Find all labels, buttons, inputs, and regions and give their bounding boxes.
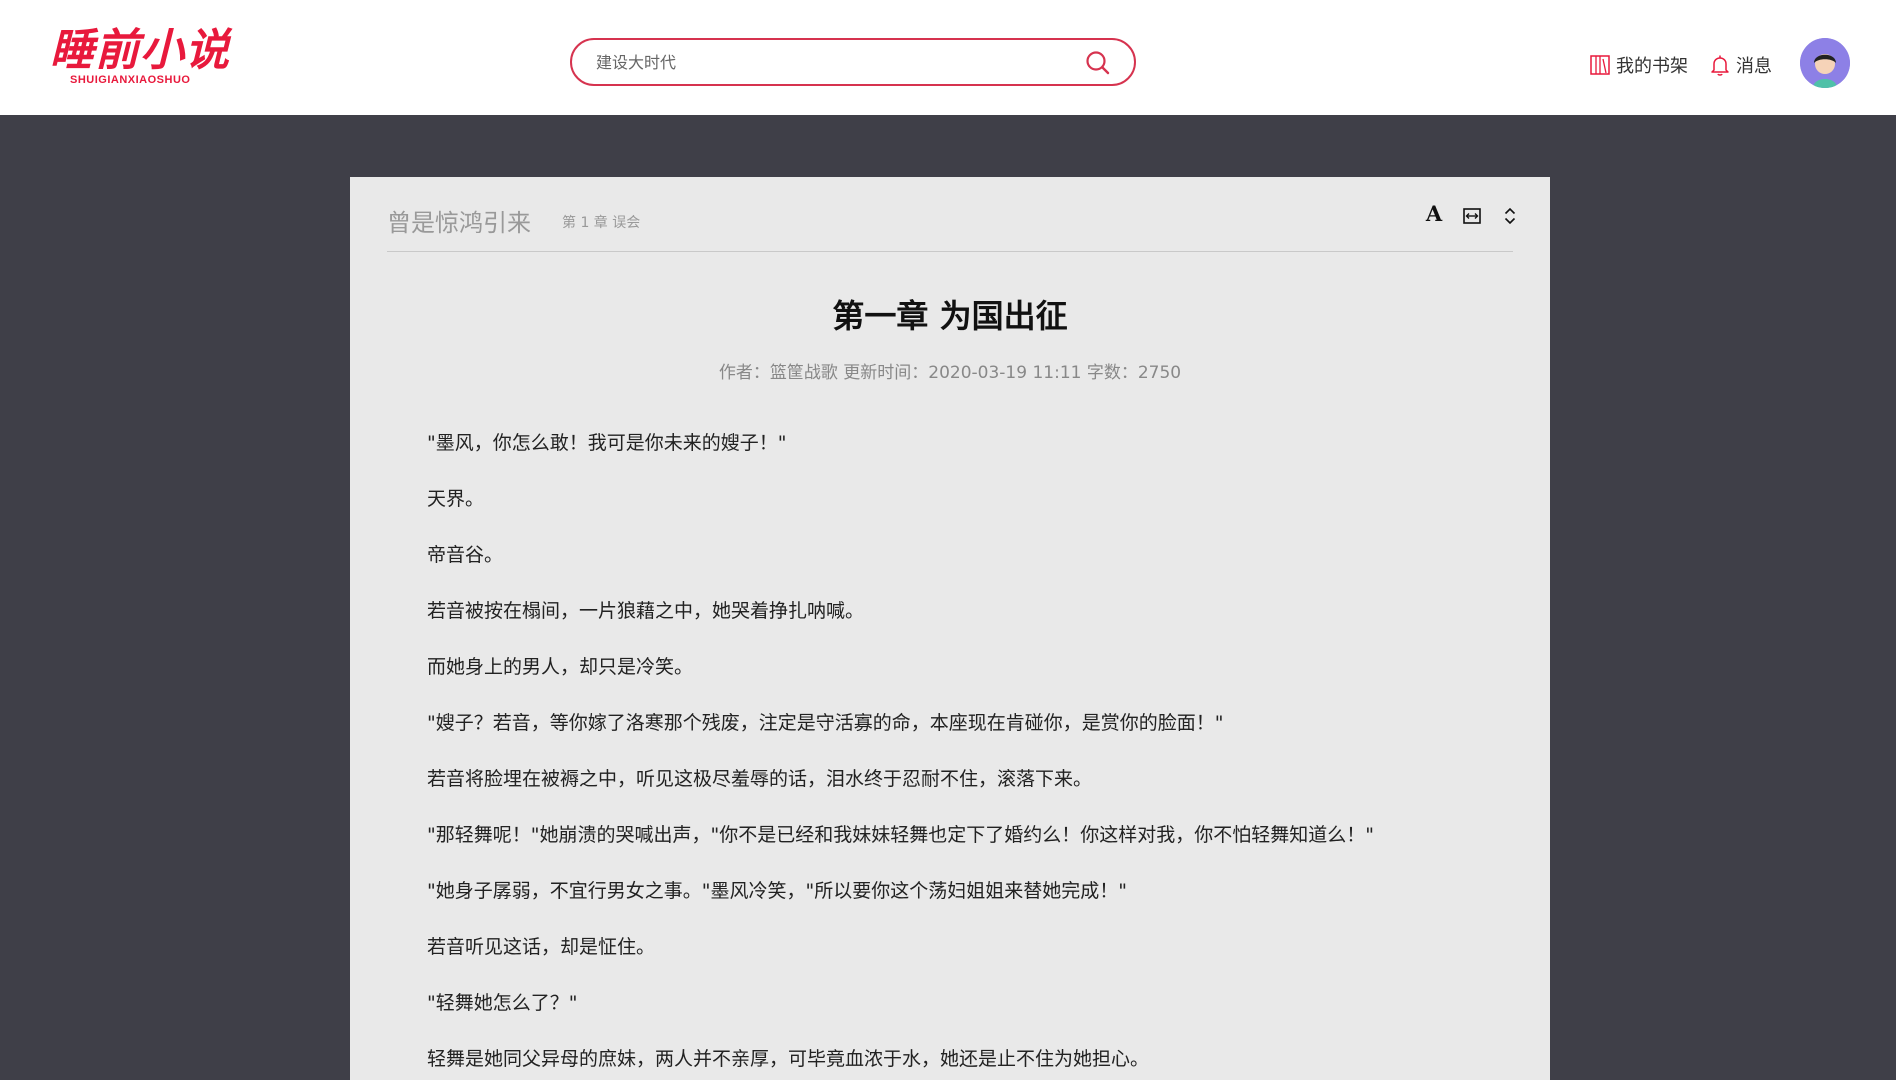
search-input[interactable] — [596, 48, 1066, 76]
paragraph: 若音被按在榻间，一片狼藉之中，她哭着挣扎呐喊。 — [427, 600, 865, 622]
paragraph: 天界。 — [427, 488, 485, 510]
nav-messages[interactable]: 消息 — [1708, 50, 1772, 80]
nav-bookshelf-label: 我的书架 — [1616, 56, 1688, 77]
search-box — [570, 38, 1136, 86]
paragraph: 若音将脸埋在被褥之中，听见这极尽羞辱的话，泪水终于忍耐不住，滚落下来。 — [427, 768, 1093, 790]
paragraph: "墨风，你怎么敢！我可是你未来的嫂子！" — [427, 432, 787, 454]
bookshelf-icon — [1588, 53, 1612, 77]
paragraph: 若音听见这话，却是怔住。 — [427, 936, 656, 958]
paragraph: 轻舞是她同父异母的庶妹，两人并不亲厚，可毕竟血浓于水，她还是止不住为她担心。 — [427, 1048, 1150, 1070]
reader-toolbar: 曾是惊鸿引来 第 1 章 误会 A — [387, 177, 1516, 252]
logo-subtitle: SHUIGIANXIAOSHUO — [70, 74, 191, 86]
reader-panel: 曾是惊鸿引来 第 1 章 误会 A 第一章 为国出征 作者：篮筐战歌 更新时间：… — [350, 177, 1550, 1080]
page-width-icon[interactable] — [1459, 203, 1485, 229]
book-title[interactable]: 曾是惊鸿引来 — [387, 203, 531, 238]
paragraph: "那轻舞呢！"她崩溃的哭喊出声，"你不是已经和我妹妹轻舞也定下了婚约么！你这样对… — [427, 824, 1374, 846]
site-logo[interactable]: 睡前小说 SHUIGIANXIAOSHUO — [50, 26, 230, 90]
chapter-content: "墨风，你怎么敢！我可是你未来的嫂子！" 天界。 帝音谷。 若音被按在榻间，一片… — [427, 430, 1487, 1080]
paragraph: "轻舞她怎么了？" — [427, 992, 578, 1014]
avatar[interactable] — [1800, 38, 1850, 88]
chapter-breadcrumb[interactable]: 第 1 章 误会 — [562, 212, 640, 232]
top-header: 睡前小说 SHUIGIANXIAOSHUO 我的书架 — [0, 0, 1896, 115]
paragraph: 而她身上的男人，却只是冷笑。 — [427, 656, 694, 678]
nav-messages-label: 消息 — [1736, 56, 1772, 77]
scroll-mode-icon[interactable] — [1497, 203, 1523, 229]
paragraph: 帝音谷。 — [427, 544, 504, 566]
logo-text: 睡前小说 — [50, 25, 230, 76]
paragraph: "她身子孱弱，不宜行男女之事。"墨风冷笑，"所以要你这个荡妇姐姐来替她完成！" — [427, 880, 1127, 902]
nav-bookshelf[interactable]: 我的书架 — [1588, 50, 1688, 80]
chapter-title: 第一章 为国出征 — [832, 297, 1068, 335]
paragraph: "嫂子？若音，等你嫁了洛寒那个残废，注定是守活寡的命，本座现在肯碰你，是赏你的脸… — [427, 712, 1224, 734]
search-icon[interactable] — [1084, 49, 1112, 77]
font-size-icon[interactable]: A — [1421, 201, 1447, 227]
chapter-meta: 作者：篮筐战歌 更新时间：2020-03-19 11:11 字数：2750 — [718, 363, 1182, 383]
bell-icon — [1708, 53, 1732, 77]
